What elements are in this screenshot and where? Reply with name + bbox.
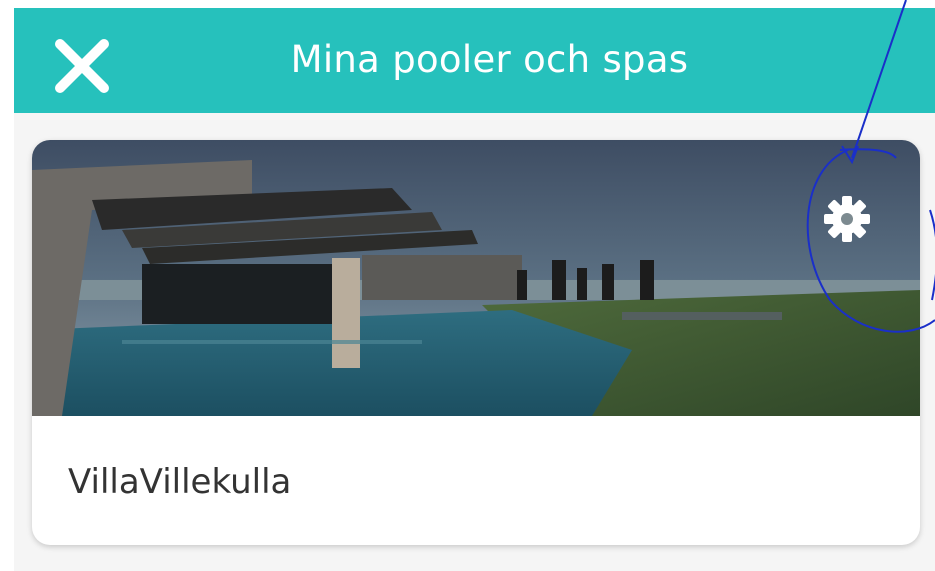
pool-card[interactable]: VillaVillekulla [32,140,920,545]
pool-name: VillaVillekulla [68,462,292,502]
app-header: Mina pooler och spas [14,8,935,113]
settings-button[interactable] [818,190,876,248]
pool-photo [32,140,920,416]
gear-icon [824,196,870,242]
page-title: Mina pooler och spas [290,38,689,81]
my-pools-screen: Mina pooler och spas VillaVillekulla [0,0,935,571]
